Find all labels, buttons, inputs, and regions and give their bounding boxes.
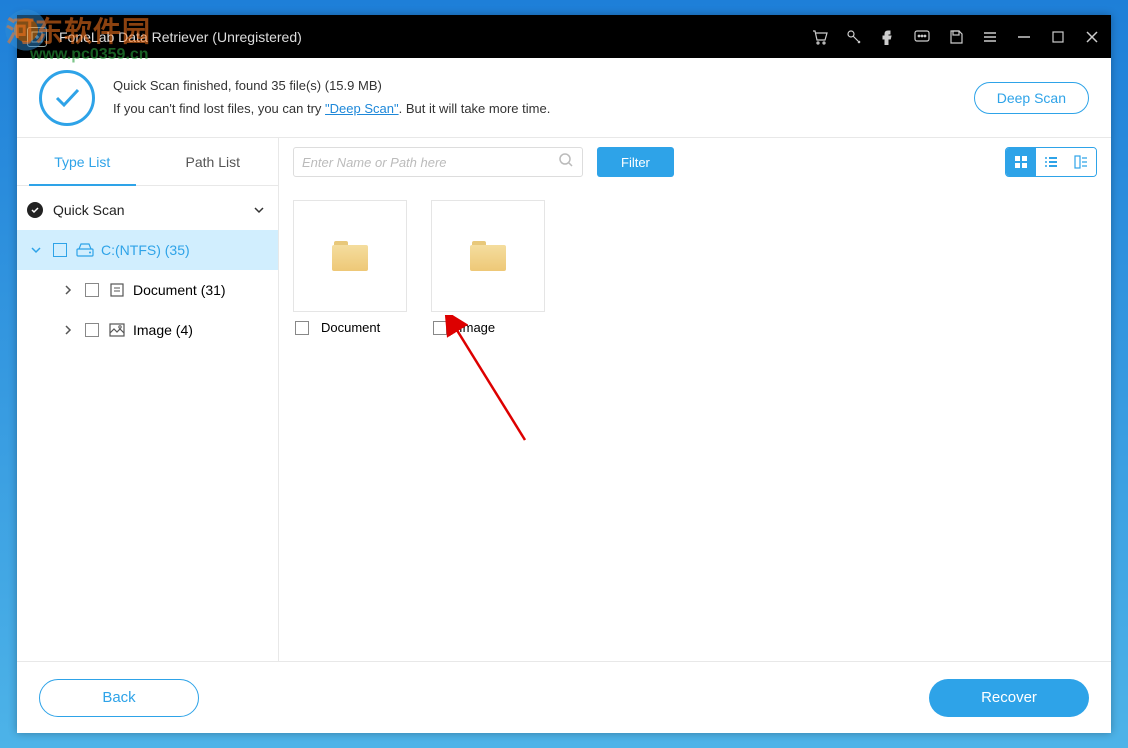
body: Type List Path List Quick Scan C:(NTFS) … xyxy=(17,138,1111,661)
feedback-icon[interactable] xyxy=(913,28,931,46)
footer: Back Recover xyxy=(17,661,1111,733)
folder-icon xyxy=(332,241,368,271)
deepscan-link[interactable]: "Deep Scan" xyxy=(325,101,399,116)
titlebar: FoneLab Data Retriever (Unregistered) xyxy=(17,15,1111,58)
toolbar: Filter xyxy=(279,138,1111,186)
deepscan-button[interactable]: Deep Scan xyxy=(974,82,1089,114)
titlebar-title: FoneLab Data Retriever (Unregistered) xyxy=(59,29,811,45)
image-checkbox[interactable] xyxy=(85,323,99,337)
app-logo-icon xyxy=(27,27,47,47)
hint-suffix: . But it will take more time. xyxy=(399,101,551,116)
summary-suffix: ) xyxy=(378,78,382,93)
search-box[interactable] xyxy=(293,147,583,177)
item-checkbox[interactable] xyxy=(433,321,447,335)
facebook-icon[interactable] xyxy=(879,28,897,46)
search-input[interactable] xyxy=(302,155,558,170)
maximize-icon[interactable] xyxy=(1049,28,1067,46)
view-list-button[interactable] xyxy=(1036,148,1066,176)
grid-item-document[interactable]: Document xyxy=(293,200,407,335)
summary-mid: file(s) ( xyxy=(286,78,329,93)
tree-item-label: Document (31) xyxy=(133,282,226,298)
close-icon[interactable] xyxy=(1083,28,1101,46)
checkmark-icon xyxy=(39,70,95,126)
recover-button[interactable]: Recover xyxy=(929,679,1089,717)
image-icon xyxy=(107,323,127,337)
tab-path-list[interactable]: Path List xyxy=(148,138,279,185)
menu-icon[interactable] xyxy=(981,28,999,46)
hint-prefix: If you can't find lost files, you can tr… xyxy=(113,101,325,116)
main-panel: Filter Document xyxy=(279,138,1111,661)
document-checkbox[interactable] xyxy=(85,283,99,297)
chevron-right-icon xyxy=(59,324,77,336)
save-icon[interactable] xyxy=(947,28,965,46)
drive-icon xyxy=(75,243,95,257)
item-label: Image xyxy=(459,320,495,335)
chevron-down-icon xyxy=(27,244,45,256)
titlebar-actions xyxy=(811,28,1101,46)
scan-summary-header: Quick Scan finished, found 35 file(s) (1… xyxy=(17,58,1111,138)
tree-root-label: Quick Scan xyxy=(53,202,250,218)
back-button[interactable]: Back xyxy=(39,679,199,717)
summary-prefix: Quick Scan finished, found xyxy=(113,78,271,93)
drive-checkbox[interactable] xyxy=(53,243,67,257)
folder-icon xyxy=(470,241,506,271)
filter-button[interactable]: Filter xyxy=(597,147,674,177)
minimize-icon[interactable] xyxy=(1015,28,1033,46)
item-label: Document xyxy=(321,320,380,335)
folder-thumb xyxy=(293,200,407,312)
chevron-right-icon xyxy=(59,284,77,296)
tab-type-list[interactable]: Type List xyxy=(17,138,148,185)
document-icon xyxy=(107,282,127,298)
search-icon[interactable] xyxy=(558,152,574,173)
tree-root-quickscan[interactable]: Quick Scan xyxy=(17,190,278,230)
tree-item-label: Image (4) xyxy=(133,322,193,338)
tree-item-document[interactable]: Document (31) xyxy=(17,270,278,310)
tree-drive-c[interactable]: C:(NTFS) (35) xyxy=(17,230,278,270)
view-toggle-group xyxy=(1005,147,1097,177)
drive-label: C:(NTFS) (35) xyxy=(101,242,190,258)
file-count: 35 xyxy=(271,78,285,93)
scan-summary-text: Quick Scan finished, found 35 file(s) (1… xyxy=(113,75,974,119)
cart-icon[interactable] xyxy=(811,28,829,46)
view-grid-button[interactable] xyxy=(1006,148,1036,176)
chevron-down-icon xyxy=(250,204,268,216)
key-icon[interactable] xyxy=(845,28,863,46)
sidebar-tabs: Type List Path List xyxy=(17,138,278,186)
total-size: 15.9 MB xyxy=(329,78,377,93)
app-window: FoneLab Data Retriever (Unregistered) Qu… xyxy=(17,15,1111,733)
sidebar: Type List Path List Quick Scan C:(NTFS) … xyxy=(17,138,279,661)
check-badge-icon xyxy=(27,202,43,218)
tree: Quick Scan C:(NTFS) (35) Document (31) xyxy=(17,186,278,350)
view-detail-button[interactable] xyxy=(1066,148,1096,176)
grid-item-image[interactable]: Image xyxy=(431,200,545,335)
content-grid: Document Image xyxy=(279,186,1111,661)
folder-thumb xyxy=(431,200,545,312)
item-checkbox[interactable] xyxy=(295,321,309,335)
tree-item-image[interactable]: Image (4) xyxy=(17,310,278,350)
